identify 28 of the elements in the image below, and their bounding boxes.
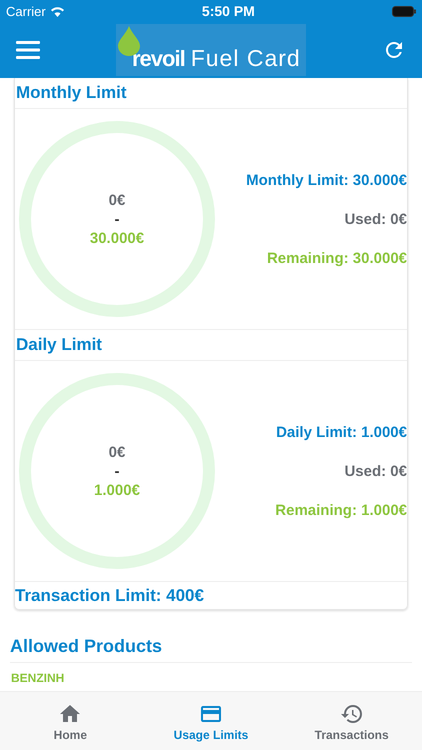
history-icon [340, 702, 364, 726]
battery-icon [392, 6, 416, 16]
tab[interactable]: Transactions [281, 692, 422, 750]
wifi-icon [50, 6, 65, 16]
limit-label: Monthly Limit: 30.000€ [246, 172, 407, 188]
used-label: Used: 0€ [344, 210, 407, 228]
carrier-label: Carrier [6, 4, 65, 18]
section-title: Monthly Limit [15, 78, 407, 109]
section-title: Allowed Products [10, 630, 412, 663]
product-name: BENZINH [11, 672, 66, 684]
section-title: Daily Limit [15, 330, 407, 361]
remaining-label: Remaining: 1.000€ [275, 502, 407, 518]
transaction-limit: Transaction Limit: 400€ [15, 584, 205, 606]
menu-button[interactable] [16, 40, 40, 60]
remaining-amount: 1.000€ [94, 480, 140, 500]
used-amount: 0€ [108, 442, 126, 462]
tab[interactable]: Home [0, 692, 141, 750]
separator: - [114, 462, 120, 480]
clock-time: 5:50 PM [202, 3, 255, 19]
tab[interactable]: Usage Limits [140, 692, 282, 750]
used-amount: 0€ [108, 190, 126, 210]
limit-label: Daily Limit: 1.000€ [276, 424, 407, 440]
logo-wordmark: revoil [132, 46, 185, 72]
used-label: Used: 0€ [344, 462, 407, 480]
remaining-label: Remaining: 30.000€ [266, 250, 407, 266]
remaining-amount: 30.000€ [90, 228, 144, 248]
separator: - [114, 210, 120, 228]
app-title: Fuel Card [190, 45, 301, 72]
